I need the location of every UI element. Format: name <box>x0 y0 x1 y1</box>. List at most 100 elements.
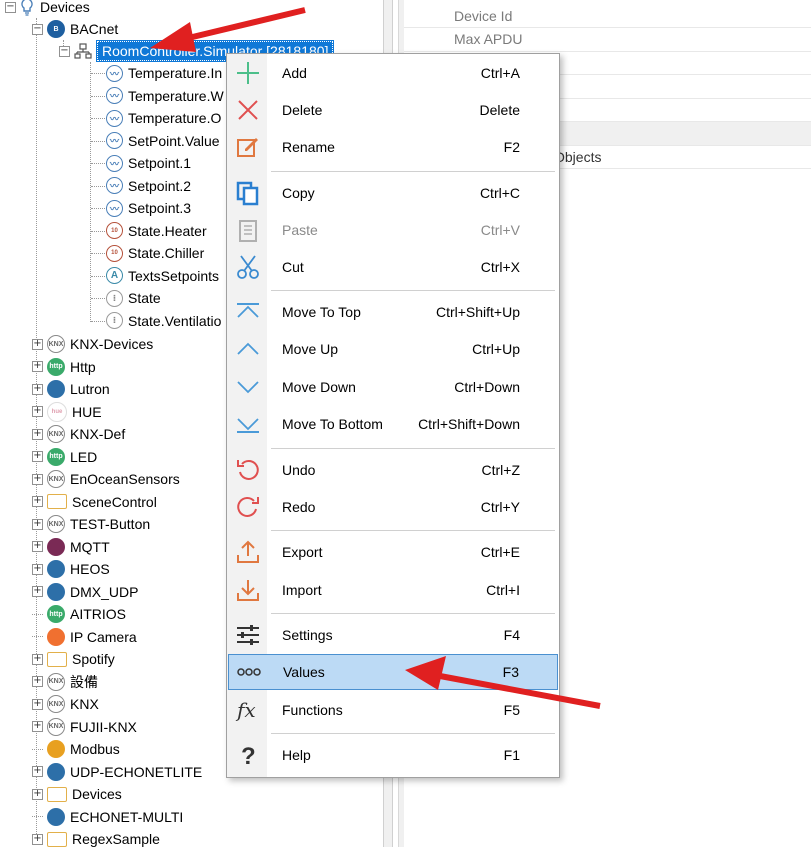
tree-node-device[interactable]: + HEOS <box>32 558 110 580</box>
menu-item-cut[interactable]: Cut Ctrl+X <box>228 249 558 285</box>
tree-node-point[interactable]: 10 State.Chiller <box>106 242 204 264</box>
expand-toggle[interactable]: + <box>32 586 43 597</box>
move-up-icon <box>228 331 268 367</box>
menu-item-move-to-bottom[interactable]: Move To Bottom Ctrl+Shift+Down <box>228 406 558 442</box>
tree-node-point[interactable]: 〰 Setpoint.3 <box>106 197 191 219</box>
menu-item-label: Export <box>282 544 323 560</box>
tree-node-point[interactable]: A TextsSetpoints <box>106 265 219 287</box>
menu-item-export[interactable]: Export Ctrl+E <box>228 534 558 570</box>
collapse-toggle[interactable]: − <box>5 1 16 13</box>
tree-node-point[interactable]: 〰 Temperature.O <box>106 107 221 129</box>
menu-item-add[interactable]: Add Ctrl+A <box>228 55 558 91</box>
menu-item-shortcut: Ctrl+Shift+Up <box>435 304 520 320</box>
knx-device-icon: KNX <box>47 695 65 713</box>
tree-node-device[interactable]: + Devices <box>32 783 122 805</box>
tree-node-device[interactable]: + http Http <box>32 356 96 378</box>
expand-toggle[interactable]: + <box>32 361 43 372</box>
tree-label: State.Ventilatio <box>128 312 222 329</box>
property-row[interactable]: Device Id <box>404 4 811 28</box>
menu-item-copy[interactable]: Copy Ctrl+C <box>228 175 558 211</box>
menu-item-shortcut: Ctrl+Shift+Down <box>418 416 520 432</box>
tree-node-device[interactable]: ECHONET-MULTI <box>32 806 183 828</box>
tree-node-device[interactable]: + KNX 設備 <box>32 671 98 693</box>
expand-toggle[interactable]: + <box>32 721 43 732</box>
modbus-device-icon <box>47 740 65 758</box>
tree-label: State.Chiller <box>128 245 205 261</box>
menu-item-redo[interactable]: Redo Ctrl+Y <box>228 489 558 525</box>
tree-node-device[interactable]: + DMX_UDP <box>32 581 138 603</box>
tree-node-device[interactable]: + UDP-ECHONETLITE <box>32 761 202 783</box>
property-name: Max APDU <box>454 31 523 47</box>
tree-node-device[interactable]: + KNX KNX-Devices <box>32 333 153 355</box>
expand-toggle[interactable]: + <box>32 496 43 507</box>
tree-label: RegexSample <box>72 831 160 847</box>
tree-node-point[interactable]: ⁝ State <box>106 287 161 309</box>
expand-toggle[interactable]: + <box>32 338 43 350</box>
tree-node-device[interactable]: + KNX FUJII-KNX <box>32 716 137 738</box>
expand-toggle[interactable]: + <box>32 451 43 462</box>
undo-icon <box>228 452 268 488</box>
tree-node-device[interactable]: + hue HUE <box>32 401 102 423</box>
tree-node-device[interactable]: + MQTT <box>32 536 110 558</box>
tree-node-device[interactable]: IP Camera <box>32 626 137 648</box>
menu-item-undo[interactable]: Undo Ctrl+Z <box>228 452 558 488</box>
menu-separator <box>271 733 555 734</box>
expand-toggle[interactable]: + <box>32 833 43 845</box>
blue-device-icon <box>47 560 65 578</box>
tree-node-device[interactable]: + Lutron <box>32 378 110 400</box>
context-menu[interactable]: Add Ctrl+A Delete Delete Rename F2 Copy Ctrl+C P… <box>226 53 560 778</box>
mqtt-device-icon <box>47 537 65 556</box>
tree-node-point[interactable]: 〰 Temperature.W <box>106 85 224 107</box>
tree-node-device[interactable]: + KNX KNX <box>32 693 99 715</box>
tree-node-device[interactable]: Modbus <box>32 738 120 760</box>
menu-separator <box>271 530 555 531</box>
tree-node-device[interactable]: + SceneControl <box>32 491 157 513</box>
menu-item-paste[interactable]: Paste Ctrl+V <box>228 212 558 248</box>
tree-node-device[interactable]: + RegexSample <box>32 828 160 847</box>
expand-toggle[interactable]: + <box>32 541 43 552</box>
menu-item-import[interactable]: Import Ctrl+I <box>228 572 558 608</box>
expand-toggle[interactable]: + <box>32 383 43 395</box>
tree-node-device[interactable]: + KNX KNX-Def <box>32 423 125 445</box>
knx-device-icon: KNX <box>47 470 65 488</box>
tree-node-point[interactable]: 〰 Setpoint.2 <box>106 175 191 197</box>
expand-toggle[interactable]: + <box>32 698 43 710</box>
menu-item-settings[interactable]: Settings F4 <box>228 617 558 653</box>
tree-node-point[interactable]: 〰 SetPoint.Value <box>106 130 220 152</box>
expand-toggle[interactable]: + <box>32 653 43 665</box>
menu-item-delete[interactable]: Delete Delete <box>228 92 558 128</box>
expand-toggle[interactable]: + <box>32 766 43 777</box>
menu-item-functions[interactable]: fx Functions F5 <box>228 692 558 728</box>
tree-node-device[interactable]: http AITRIOS <box>32 603 126 625</box>
expand-toggle[interactable]: + <box>32 518 43 530</box>
menu-item-move-to-top[interactable]: Move To Top Ctrl+Shift+Up <box>228 294 558 330</box>
tree-node-device[interactable]: + KNX TEST-Button <box>32 513 150 535</box>
tree-node-point[interactable]: 〰 Temperature.In <box>106 62 222 84</box>
tree-node-device[interactable]: + http LED <box>32 446 97 468</box>
collapse-toggle[interactable]: − <box>32 23 43 35</box>
menu-item-move-up[interactable]: Move Up Ctrl+Up <box>228 331 558 367</box>
tree-root-devices[interactable]: − Devices <box>5 0 90 18</box>
tree-node-point[interactable]: ⁝ State.Ventilatio <box>106 310 221 332</box>
expand-toggle[interactable]: + <box>32 563 43 575</box>
property-row[interactable]: Max APDU <box>404 28 811 52</box>
expand-toggle[interactable]: + <box>32 428 43 440</box>
collapse-toggle[interactable]: − <box>59 45 70 57</box>
menu-item-values[interactable]: Values F3 <box>228 654 558 690</box>
tree-node-point[interactable]: 〰 Setpoint.1 <box>106 152 191 174</box>
expand-toggle[interactable]: + <box>32 473 43 485</box>
expand-toggle[interactable]: + <box>32 406 43 417</box>
knx-device-icon: KNX <box>47 515 65 533</box>
menu-item-help[interactable]: ? Help F1 <box>228 737 558 773</box>
expand-toggle[interactable]: + <box>32 676 43 687</box>
tree-node-point[interactable]: 10 State.Heater <box>106 220 207 242</box>
tree-guide-branch <box>91 185 105 187</box>
tree-node-device[interactable]: + Spotify <box>32 648 115 670</box>
menu-item-move-down[interactable]: Move Down Ctrl+Down <box>228 369 558 405</box>
tree-label: ECHONET-MULTI <box>70 808 184 825</box>
expand-toggle[interactable]: + <box>32 788 43 800</box>
tree-guide-leaf <box>32 748 43 750</box>
menu-item-rename[interactable]: Rename F2 <box>228 129 558 165</box>
tree-node-device[interactable]: + KNX EnOceanSensors <box>32 468 180 490</box>
tree-node-bacnet[interactable]: − B BACnet <box>32 18 118 40</box>
